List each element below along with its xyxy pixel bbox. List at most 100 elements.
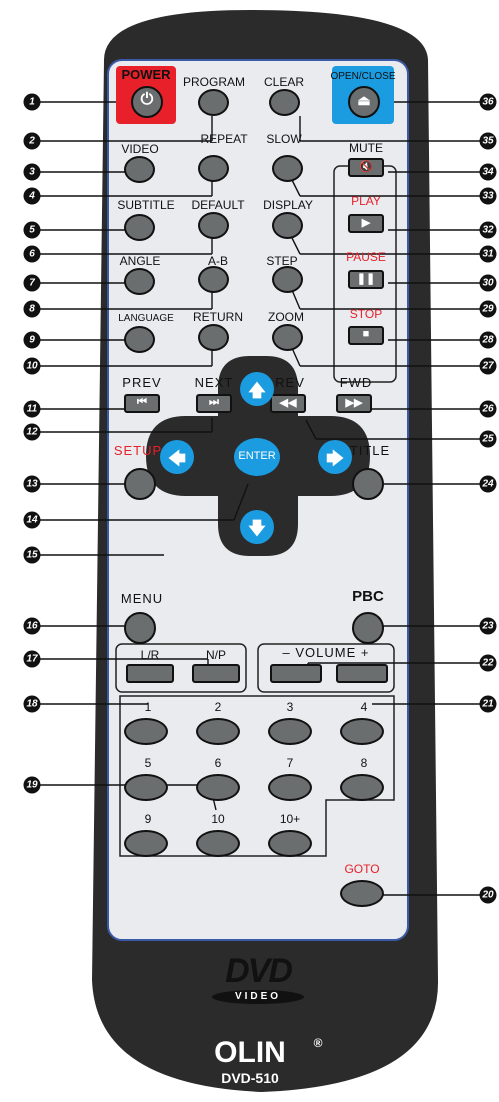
pause-icon: ❚❚ <box>356 273 376 285</box>
nav-up-button[interactable]: 🡅 <box>240 372 274 406</box>
digit-9-button[interactable] <box>124 830 168 857</box>
callout-15: 15 <box>23 546 41 564</box>
title-button[interactable] <box>352 468 384 500</box>
callout-12: 12 <box>23 423 41 441</box>
pause-button[interactable]: ❚❚ <box>348 270 384 289</box>
registered-mark: ® <box>313 1036 323 1050</box>
callout-24: 24 <box>479 475 497 493</box>
enter-label: ENTER <box>238 450 276 462</box>
digit-9-label: 9 <box>144 812 152 826</box>
clear-button[interactable] <box>269 89 300 116</box>
callout-16: 16 <box>23 617 41 635</box>
callout-17: 17 <box>23 650 41 668</box>
callout-30: 30 <box>479 274 497 292</box>
dvd-logo: DVD <box>225 952 293 990</box>
fwd-button[interactable]: ▶▶ <box>336 394 372 413</box>
digit-8-button[interactable] <box>340 774 384 801</box>
mute-button[interactable]: 🔇 <box>348 158 384 177</box>
clear-label: CLEAR <box>263 75 305 89</box>
angle-button[interactable] <box>124 268 155 295</box>
digit-1-label: 1 <box>144 700 152 714</box>
fwd-label: FWD <box>339 375 373 390</box>
menu-button[interactable] <box>124 612 156 644</box>
language-label: LANGUAGE <box>118 313 174 324</box>
digit-6-button[interactable] <box>196 774 240 801</box>
callout-19: 19 <box>23 776 41 794</box>
language-button[interactable] <box>124 326 155 353</box>
default-button[interactable] <box>198 212 229 239</box>
digit-3-label: 3 <box>286 700 294 714</box>
callout-22: 22 <box>479 654 497 672</box>
digit-1-button[interactable] <box>124 718 168 745</box>
power-button[interactable]: ⏻ <box>131 86 163 118</box>
callout-25: 25 <box>479 430 497 448</box>
digit-7-button[interactable] <box>268 774 312 801</box>
video-label: VIDEO <box>121 142 159 156</box>
callout-5: 5 <box>23 221 41 239</box>
slow-button[interactable] <box>272 155 303 182</box>
power-icon: ⏻ <box>140 91 154 108</box>
volume-down-button[interactable] <box>270 664 322 683</box>
video-button[interactable] <box>124 156 155 183</box>
nav-left-button[interactable]: 🡄 <box>160 440 194 474</box>
menu-label: MENU <box>120 591 164 606</box>
prev-button[interactable]: ⏮ <box>124 394 160 413</box>
callout-26: 26 <box>479 400 497 418</box>
next-label: NEXT <box>194 375 234 390</box>
zoom-button[interactable] <box>272 324 303 351</box>
volume-up-button[interactable] <box>336 664 388 683</box>
open-close-button[interactable]: ⏏ <box>348 86 380 118</box>
next-button[interactable]: ⏭ <box>196 394 232 413</box>
callout-28: 28 <box>479 331 497 349</box>
setup-button[interactable] <box>124 468 156 500</box>
callout-7: 7 <box>23 274 41 292</box>
display-button[interactable] <box>272 212 303 239</box>
subtitle-button[interactable] <box>124 214 155 241</box>
pbc-button[interactable] <box>352 612 384 644</box>
mute-label: MUTE <box>349 141 383 155</box>
setup-label: SETUP <box>113 443 163 458</box>
callout-34: 34 <box>479 163 497 181</box>
step-button[interactable] <box>272 266 303 293</box>
digit-10plus-button[interactable] <box>268 830 312 857</box>
callout-20: 20 <box>479 886 497 904</box>
prev-icon: ⏮ <box>137 396 147 408</box>
digit-3-button[interactable] <box>268 718 312 745</box>
digit-8-label: 8 <box>360 756 368 770</box>
callout-3: 3 <box>23 163 41 181</box>
remote-body <box>40 10 480 1092</box>
next-icon: ⏭ <box>209 396 219 408</box>
mute-icon: 🔇 <box>359 161 373 173</box>
digit-2-button[interactable] <box>196 718 240 745</box>
play-button[interactable]: ▶ <box>348 214 384 233</box>
digit-5-button[interactable] <box>124 774 168 801</box>
lr-button[interactable] <box>126 664 174 683</box>
callout-6: 6 <box>23 245 41 263</box>
enter-button[interactable]: ENTER <box>234 438 280 476</box>
rev-button[interactable]: ◀◀ <box>270 394 306 413</box>
digit-4-label: 4 <box>360 700 368 714</box>
return-button[interactable] <box>198 324 229 351</box>
digit-2-label: 2 <box>214 700 222 714</box>
digit-6-label: 6 <box>214 756 222 770</box>
digit-10-button[interactable] <box>196 830 240 857</box>
model-name: DVD-510 <box>221 1070 279 1086</box>
repeat-button[interactable] <box>198 155 229 182</box>
zoom-label: ZOOM <box>268 310 304 324</box>
a-b-button[interactable] <box>198 266 229 293</box>
digit-4-button[interactable] <box>340 718 384 745</box>
nav-right-button[interactable]: 🡆 <box>318 440 352 474</box>
stop-button[interactable]: ■ <box>348 326 384 345</box>
callout-4: 4 <box>23 187 41 205</box>
nav-down-button[interactable]: 🡇 <box>240 510 274 544</box>
arrow-left-icon: 🡄 <box>168 449 186 468</box>
play-label: PLAY <box>351 194 381 208</box>
goto-button[interactable] <box>340 880 384 907</box>
stop-icon: ■ <box>362 328 370 340</box>
title-label: TITLE <box>349 443 391 458</box>
return-label: RETURN <box>193 310 243 324</box>
program-button[interactable] <box>198 89 229 116</box>
np-button[interactable] <box>192 664 240 683</box>
rewind-icon: ◀◀ <box>279 397 297 409</box>
callout-10: 10 <box>23 357 41 375</box>
